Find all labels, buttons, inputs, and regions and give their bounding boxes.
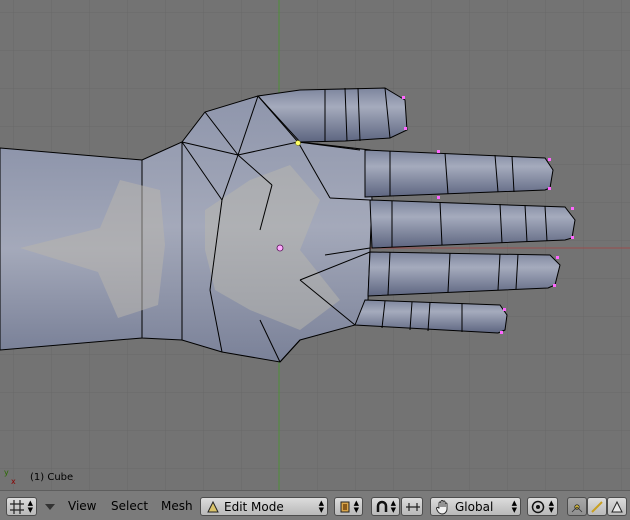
vertex-select-icon xyxy=(571,504,583,513)
mode-selector[interactable]: Edit Mode ▲ ▼ xyxy=(200,497,328,516)
axis-y-label: y xyxy=(4,468,9,477)
mode-selector-label: Edit Mode xyxy=(224,500,284,514)
pivot-button[interactable]: ▲ ▼ xyxy=(527,497,558,516)
object-info-label: (1) Cube xyxy=(30,472,74,483)
select-menu[interactable]: Select xyxy=(111,497,151,516)
index-finger[interactable] xyxy=(364,149,554,198)
vertex-select-button[interactable] xyxy=(567,497,587,516)
spinner-arrows-icon: ▲ ▼ xyxy=(390,499,396,514)
spinner-arrows-icon: ▲ ▼ xyxy=(548,499,554,514)
draw-type-icon xyxy=(340,501,350,513)
edge-select-icon xyxy=(591,501,603,513)
editor-type-grid-icon xyxy=(10,500,24,514)
spinner-arrows-icon: ▲ ▼ xyxy=(511,499,517,514)
3d-viewport[interactable]: y x (1) Cube xyxy=(0,0,630,490)
axis-x-label: x xyxy=(11,477,16,486)
menu-collapse-button[interactable] xyxy=(44,497,58,516)
edge-select-button[interactable] xyxy=(587,497,607,516)
proportional-edit-button[interactable]: ▲ ▼ xyxy=(371,497,400,516)
viewport-canvas[interactable] xyxy=(0,0,630,490)
face-select-icon xyxy=(611,500,623,513)
spinner-arrows-icon: ▲ ▼ xyxy=(318,499,324,514)
spinner-arrows-icon: ▲ ▼ xyxy=(353,499,359,514)
editor-type-button[interactable]: ▲ ▼ xyxy=(6,497,37,516)
menu-collapse-triangle-icon xyxy=(45,504,55,510)
view-menu[interactable]: View xyxy=(68,497,100,516)
pivot-icon xyxy=(531,500,545,514)
3d-view-header: ▲ ▼ View Select Mesh Edit Mode ▲ ▼ ▲ ▼ ▲… xyxy=(0,490,630,520)
magnet-icon xyxy=(376,500,388,512)
selected-vertex[interactable] xyxy=(295,140,301,146)
snap-icon xyxy=(406,503,420,511)
middle-finger[interactable] xyxy=(369,199,576,249)
blender-window: y x (1) Cube ▲ ▼ View Select Mesh Edit Mo… xyxy=(0,0,630,520)
edit-mode-triangle-icon xyxy=(207,501,219,513)
spinner-arrows-icon: ▲ ▼ xyxy=(27,499,33,514)
hand-icon xyxy=(436,500,448,515)
object-origin[interactable] xyxy=(276,244,284,252)
draw-type-button[interactable]: ▲ ▼ xyxy=(334,497,363,516)
mesh-menu[interactable]: Mesh xyxy=(161,497,195,516)
orientation-selector[interactable]: Global ▲ ▼ xyxy=(430,497,521,516)
face-select-button[interactable] xyxy=(607,497,627,516)
orientation-selector-label: Global xyxy=(455,500,494,514)
snap-button[interactable] xyxy=(401,497,423,516)
